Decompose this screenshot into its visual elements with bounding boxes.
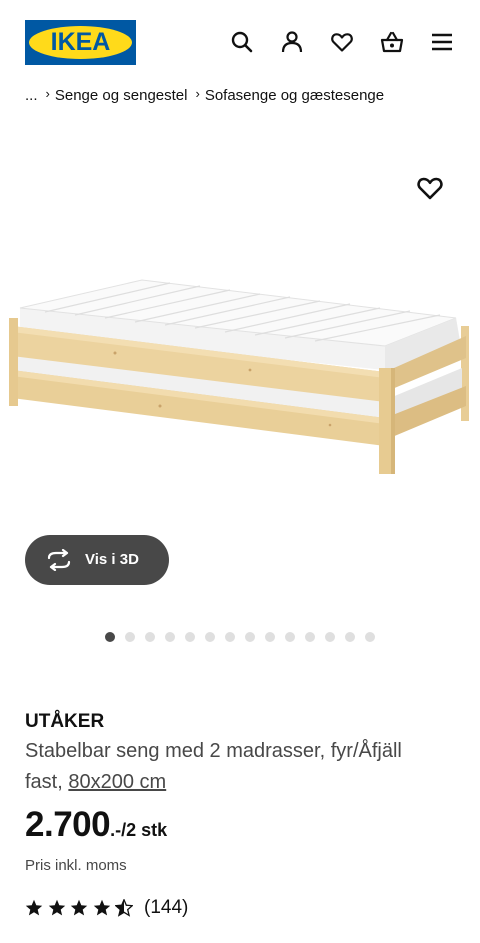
- user-icon[interactable]: [280, 30, 304, 54]
- pagination-dot[interactable]: [305, 632, 315, 642]
- pagination-dot[interactable]: [225, 632, 235, 642]
- pagination-dot[interactable]: [245, 632, 255, 642]
- menu-icon[interactable]: [430, 30, 454, 54]
- star-full-icon: [48, 899, 65, 916]
- heart-icon[interactable]: [330, 30, 354, 54]
- product-name: UTÅKER: [25, 711, 105, 732]
- rating-stars[interactable]: [25, 899, 135, 919]
- review-count[interactable]: (144): [144, 896, 188, 920]
- breadcrumb-item-beds[interactable]: Senge og sengestel: [55, 87, 188, 104]
- search-icon[interactable]: [230, 30, 254, 54]
- size-link[interactable]: 80x200 cm: [68, 771, 166, 793]
- pagination-dot[interactable]: [265, 632, 275, 642]
- star-full-icon: [93, 899, 110, 916]
- star-full-icon: [25, 899, 43, 916]
- pagination-dot[interactable]: [125, 632, 135, 642]
- chevron-right-icon: ›: [45, 86, 50, 101]
- breadcrumb-ellipsis[interactable]: ...: [25, 87, 38, 104]
- pagination-dot[interactable]: [105, 632, 115, 642]
- pagination-dot[interactable]: [205, 632, 215, 642]
- ikea-logo[interactable]: IKEA: [25, 20, 136, 65]
- view-in-3d-button[interactable]: Vis i 3D: [25, 535, 169, 585]
- product-image[interactable]: [0, 250, 480, 490]
- price-suffix: .-/2 stk: [110, 820, 168, 840]
- product-price: 2.700.-/2 stk: [25, 805, 167, 849]
- pagination-dot[interactable]: [365, 632, 375, 642]
- pagination-dot[interactable]: [185, 632, 195, 642]
- logo-text: IKEA: [50, 28, 111, 56]
- chevron-right-icon: ›: [195, 86, 200, 101]
- pagination-dot[interactable]: [145, 632, 155, 642]
- header: IKEA: [0, 0, 480, 84]
- pagination-dot[interactable]: [325, 632, 335, 642]
- product-description: Stabelbar seng med 2 madrasser, fyr/Åfjä…: [25, 736, 445, 798]
- basket-icon[interactable]: [380, 30, 404, 54]
- rotate-3d-icon: [47, 549, 71, 571]
- star-half-icon: [115, 899, 133, 917]
- breadcrumb: ... › Senge og sengestel › Sofasenge og gæst…: [25, 86, 480, 106]
- add-to-favourites-icon[interactable]: [416, 174, 444, 202]
- view-in-3d-label: Vis i 3D: [85, 551, 139, 568]
- pagination-dot[interactable]: [345, 632, 355, 642]
- price-main: 2.700: [25, 805, 111, 844]
- pagination-dot[interactable]: [285, 632, 295, 642]
- price-note: Pris inkl. moms: [25, 857, 127, 874]
- star-full-icon: [70, 899, 88, 916]
- image-pagination: [100, 631, 390, 643]
- pagination-dot[interactable]: [165, 632, 175, 642]
- breadcrumb-item-sofa-beds[interactable]: Sofasenge og gæstesenge: [205, 87, 384, 104]
